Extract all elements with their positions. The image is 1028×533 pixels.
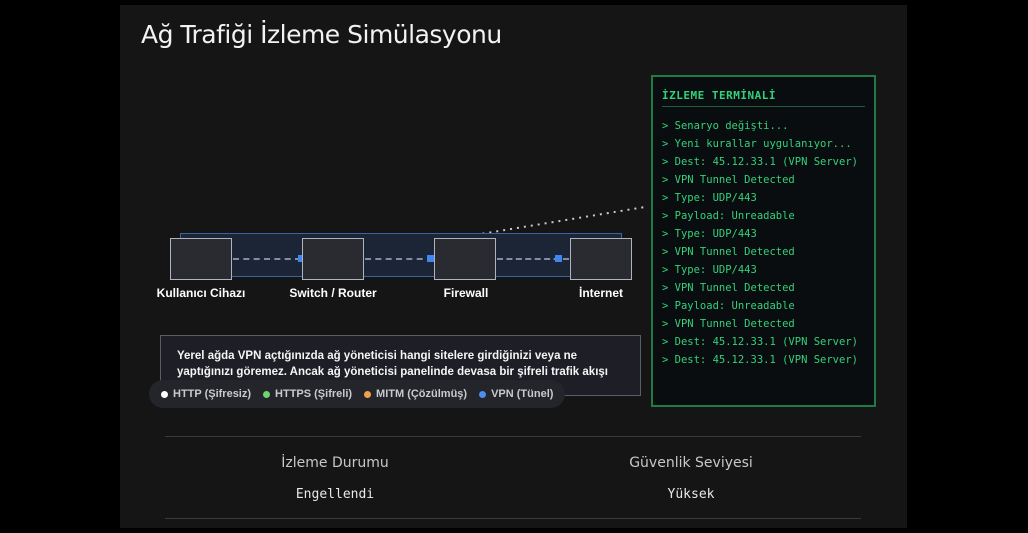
terminal-log: > Senaryo değişti... > Yeni kurallar uyg… <box>662 120 858 372</box>
monitor-terminal: İZLEME TERMİNALİ > Senaryo değişti... > … <box>651 75 876 407</box>
terminal-divider <box>662 106 865 107</box>
terminal-line: > VPN Tunnel Detected <box>662 174 795 186</box>
legend-label: HTTPS (Şifreli) <box>275 388 353 400</box>
terminal-line: > Payload: Unreadable <box>662 300 795 312</box>
terminal-line: > Type: UDP/443 <box>662 264 757 276</box>
legend: HTTP (Şifresiz) HTTPS (Şifreli) MITM (Çö… <box>149 380 566 408</box>
terminal-line: > Senaryo değişti... <box>662 120 789 132</box>
link-2 <box>365 258 433 260</box>
terminal-line: > Dest: 45.12.33.1 (VPN Server) <box>662 354 858 366</box>
monitoring-status-value: Engellendi <box>295 487 375 502</box>
device-label-switch-router: Switch / Router <box>289 286 377 300</box>
legend-dot-http <box>161 390 168 398</box>
terminal-line: > Dest: 45.12.33.1 (VPN Server) <box>662 336 858 348</box>
info-text: Yerel ağda VPN açtığınızda ağ yöneticisi… <box>177 350 608 378</box>
device-label-internet: İnternet <box>578 286 624 300</box>
device-internet[interactable] <box>570 238 632 280</box>
legend-item-http: HTTP (Şifresiz) <box>161 388 251 400</box>
vpn-packet <box>555 255 562 262</box>
device-firewall[interactable] <box>434 238 496 280</box>
legend-label: VPN (Tünel) <box>491 388 554 400</box>
legend-label: HTTP (Şifresiz) <box>173 388 252 400</box>
monitoring-status-label: İzleme Durumu <box>281 455 389 471</box>
legend-item-mitm: MITM (Çözülmüş) <box>364 388 467 400</box>
terminal-line: > Type: UDP/443 <box>662 228 757 240</box>
page-title: Ağ Trafiği İzleme Simülasyonu <box>141 20 502 49</box>
device-label-user: Kullanıcı Cihazı <box>156 286 246 300</box>
terminal-line: > Payload: Unreadable <box>662 210 795 222</box>
terminal-line: > VPN Tunnel Detected <box>662 246 795 258</box>
legend-dot-https <box>263 390 271 398</box>
device-label-firewall: Firewall <box>443 286 489 300</box>
legend-label: MITM (Çözülmüş) <box>376 388 468 400</box>
terminal-line: > Dest: 45.12.33.1 (VPN Server) <box>662 156 858 168</box>
legend-dot-vpn <box>479 390 487 398</box>
terminal-line: > Type: UDP/443 <box>662 192 757 204</box>
device-user[interactable] <box>170 238 232 280</box>
legend-item-vpn: VPN (Tünel) <box>479 388 553 400</box>
link-1 <box>233 258 301 260</box>
vpn-packet <box>427 255 434 262</box>
device-switch-router[interactable] <box>302 238 364 280</box>
terminal-line: > VPN Tunnel Detected <box>662 282 795 294</box>
stats-divider-top <box>165 436 861 437</box>
stats-divider-bottom <box>165 518 861 519</box>
terminal-title: İZLEME TERMİNALİ <box>662 89 776 102</box>
legend-item-https: HTTPS (Şifreli) <box>263 388 352 400</box>
security-level-label: Güvenlik Seviyesi <box>629 455 753 471</box>
terminal-line: > Yeni kurallar uygulanıyor... <box>662 138 852 150</box>
legend-dot-mitm <box>364 390 372 398</box>
security-level-value: Yüksek <box>667 487 715 502</box>
terminal-line: > VPN Tunnel Detected <box>662 318 795 330</box>
